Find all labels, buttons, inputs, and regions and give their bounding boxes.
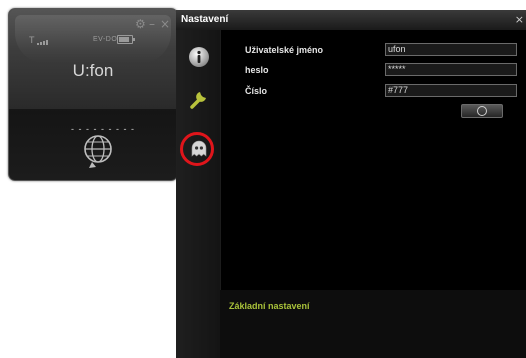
- highlight-ring: [180, 132, 214, 166]
- minimize-button[interactable]: –: [149, 18, 155, 30]
- refresh-icon: [477, 106, 487, 116]
- network-type: EV-DO: [93, 36, 118, 43]
- settings-footer: Základní nastavení: [220, 290, 526, 358]
- wrench-icon[interactable]: [188, 88, 210, 110]
- settings-content: Uživatelské jméno heslo Číslo: [220, 30, 526, 290]
- settings-window: Nastavení × Uživatelské jméno ufon heslo…: [176, 10, 526, 358]
- basic-settings-link[interactable]: Základní nastavení: [229, 301, 310, 311]
- dialer-widget: ⚙ – × T EV-DO U:fon - - - - - - - - -: [8, 8, 178, 181]
- settings-sidebar: [176, 30, 220, 358]
- password-label: heslo: [245, 65, 269, 75]
- close-button[interactable]: ×: [515, 13, 524, 26]
- globe-call-icon[interactable]: [80, 132, 116, 170]
- window-title: Nastavení: [181, 14, 229, 25]
- signal-label: T: [29, 35, 35, 45]
- number-label: Číslo: [245, 86, 268, 96]
- settings-titlebar[interactable]: [176, 10, 526, 30]
- apply-button[interactable]: [461, 104, 503, 118]
- signal-icon: T: [29, 35, 49, 45]
- number-input[interactable]: [385, 84, 517, 97]
- username-label: Uživatelské jméno: [245, 45, 324, 55]
- info-icon[interactable]: [188, 46, 210, 68]
- close-button[interactable]: ×: [160, 18, 170, 30]
- battery-icon: [117, 35, 135, 44]
- username-input[interactable]: [385, 43, 517, 56]
- operator-name: U:fon: [72, 61, 114, 80]
- settings-icon[interactable]: ⚙: [135, 18, 146, 30]
- password-input[interactable]: [385, 63, 517, 76]
